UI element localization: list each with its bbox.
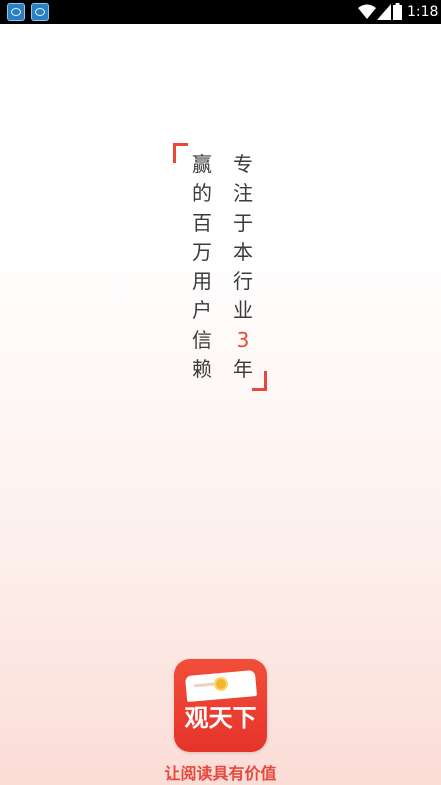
wifi-icon [358,4,376,19]
cellular-signal-icon [377,4,391,20]
bracket-bottom-right [252,371,267,391]
app-logo: 观天下 [174,659,267,752]
slogan-number: 3 [236,327,250,352]
slogan-char: 户 [192,298,212,323]
status-bar: 1:18 [0,0,441,24]
logo-text: 观天下 [184,703,257,732]
bracket-top-left [173,143,188,163]
slogan-char: 本 [233,239,253,264]
status-time: 1:18 [407,4,439,20]
tagline: 让阅读具有价值 [164,764,277,783]
slogan-char: 赢 [192,152,212,176]
slogan-char: 百 [192,210,212,235]
coin-icon [214,677,228,691]
slogan-char: 注 [233,181,253,206]
slogan-char: 用 [192,269,212,294]
slogan-left-column: 赢 的 百 万 用 户 信 赖 [190,150,214,384]
slogan-char: 业 [233,298,253,323]
slogan-char: 于 [233,210,253,235]
app-notification-icon [31,3,49,21]
slogan-char: 赖 [192,357,212,382]
slogan-char: 专 [233,152,253,176]
slogan-char: 行 [233,269,253,294]
slogan-right-column: 专 注 于 本 行 业 3 年 [231,150,255,384]
app-notification-icon [7,3,25,21]
slogan-char: 万 [192,239,212,264]
battery-icon [393,3,402,20]
slogan-char: 的 [192,181,212,206]
slogan-char: 信 [192,327,212,352]
